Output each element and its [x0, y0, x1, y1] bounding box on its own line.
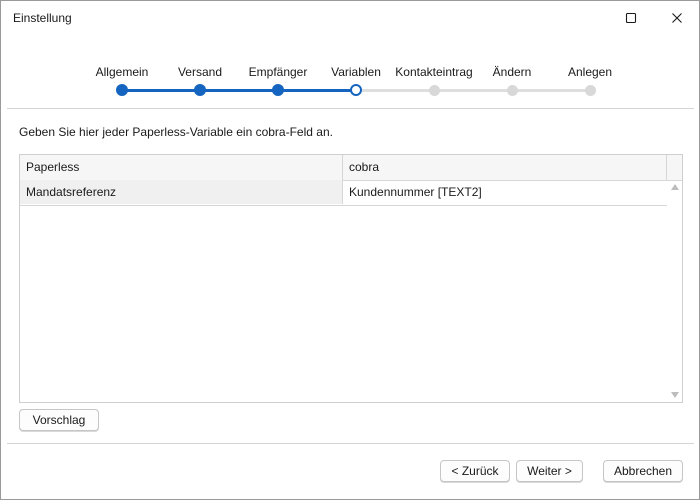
- close-button[interactable]: [657, 1, 697, 35]
- bottom-divider: [7, 443, 694, 444]
- maximize-button[interactable]: [611, 1, 651, 35]
- dialog-window: Einstellung Allgemein Versand Empfänger …: [0, 0, 700, 500]
- title-bar[interactable]: Einstellung: [1, 1, 699, 35]
- cancel-button[interactable]: Abbrechen: [603, 460, 683, 482]
- step-dot-versand: [194, 84, 206, 96]
- maximize-icon: [625, 12, 637, 24]
- step-dot-kontakteintrag: [428, 84, 440, 96]
- table-row[interactable]: Mandatsreferenz Kundennummer [TEXT2]: [20, 180, 667, 206]
- variable-mapping-grid[interactable]: Paperless cobra Mandatsreferenz Kundennu…: [19, 154, 683, 403]
- wizard-stepper: Allgemein Versand Empfänger Variablen Ko…: [1, 57, 699, 107]
- top-divider: [7, 108, 694, 109]
- instruction-text: Geben Sie hier jeder Paperless-Variable …: [19, 125, 333, 139]
- suggest-button[interactable]: Vorschlag: [19, 409, 99, 431]
- next-button[interactable]: Weiter >: [516, 460, 583, 482]
- close-icon: [672, 13, 682, 23]
- column-header-cobra[interactable]: cobra: [343, 155, 667, 180]
- stepper-remaining-line: [356, 89, 591, 92]
- back-button[interactable]: < Zurück: [440, 460, 510, 482]
- cell-cobra-field[interactable]: Kundennummer [TEXT2]: [343, 180, 667, 204]
- scroll-up-icon[interactable]: [671, 184, 679, 190]
- stepper-progress-line: [122, 89, 356, 92]
- step-label-anlegen: Anlegen: [567, 65, 613, 79]
- step-dot-variablen: [350, 84, 362, 96]
- step-dot-allgemein: [116, 84, 128, 96]
- window-title: Einstellung: [13, 11, 72, 25]
- step-dot-anlegen: [584, 84, 596, 96]
- step-dot-empfaenger: [272, 84, 284, 96]
- scroll-down-icon[interactable]: [671, 392, 679, 398]
- grid-scrollbar[interactable]: [667, 180, 682, 402]
- column-header-paperless[interactable]: Paperless: [20, 155, 343, 180]
- grid-header: Paperless cobra: [20, 155, 682, 181]
- step-dot-aendern: [506, 84, 518, 96]
- cell-paperless-variable[interactable]: Mandatsreferenz: [20, 180, 343, 204]
